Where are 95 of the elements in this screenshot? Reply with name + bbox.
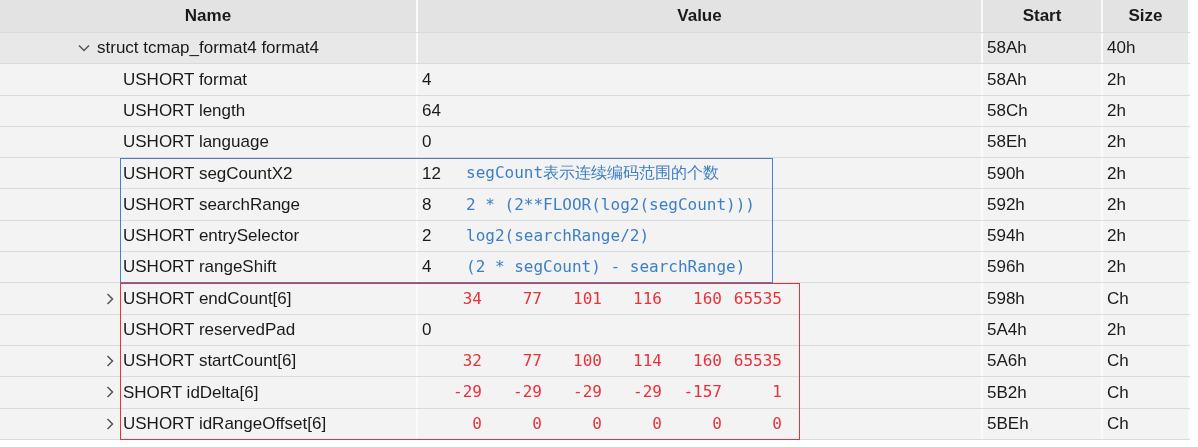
table-row[interactable]: USHORT idRangeOffset[6] 0 0 0 0 0 0 5BEh Ch — [0, 408, 1190, 440]
table-cell-text: struct tcmap_format4 format4 — [97, 37, 320, 60]
array-value: 0 — [471, 412, 482, 435]
table-row[interactable]: USHORT entrySelector 2 log2(searchRange/2) 594h 2h — [0, 220, 1190, 253]
table-cell-text: 4 — [422, 68, 433, 91]
array-value: 114 — [632, 350, 662, 373]
chevron-right-icon[interactable] — [104, 355, 116, 368]
table-cell-text: USHORT entrySelector — [123, 225, 300, 248]
annotation-text: segCount表示连续编码范围的个数 — [466, 162, 720, 185]
table-cell-text: USHORT rangeShift — [123, 256, 277, 279]
array-value: -29 — [572, 381, 602, 404]
table-cell-text: 4 — [422, 256, 433, 279]
table-cell-text: 58Ch — [987, 100, 1028, 122]
table-cell-text: Ch — [1107, 381, 1129, 404]
table-cell-text: USHORT language — [123, 131, 269, 154]
array-value: 116 — [632, 287, 662, 310]
chevron-right-icon[interactable] — [104, 417, 116, 430]
array-value: 32 — [461, 350, 482, 373]
table-cell-text: 5B2h — [987, 381, 1027, 404]
table-cell-text: USHORT searchRange — [123, 193, 300, 216]
table-row[interactable]: USHORT length 64 58Ch 2h — [0, 95, 1190, 127]
table-cell-text: USHORT startCount[6] — [123, 350, 297, 373]
array-value: -29 — [452, 381, 482, 404]
array-value: 0 — [771, 412, 782, 435]
table-row[interactable]: USHORT language 0 58Eh 2h — [0, 126, 1190, 159]
array-value: 160 — [692, 287, 722, 310]
table-row[interactable]: USHORT reservedPad 0 5A4h 2h — [0, 314, 1190, 346]
array-value: 65535 — [732, 287, 782, 310]
array-value: 65535 — [732, 350, 782, 373]
table-row[interactable]: USHORT segCountX2 12 segCount表示连续编码范围的个数 590h 2h — [0, 158, 1190, 190]
array-value: 77 — [521, 287, 542, 310]
table-row[interactable]: USHORT endCount[6] 34 77 101 116 160 65535 598h Ch — [0, 283, 1190, 315]
table-cell-text: 2h — [1107, 256, 1126, 279]
table-cell-text: USHORT reservedPad — [123, 319, 296, 342]
array-value: -157 — [682, 381, 722, 404]
table-row[interactable]: USHORT rangeShift 4 (2 * segCount) - searchRange) 596h 2h — [0, 252, 1190, 284]
table-cell-text: 590h — [987, 162, 1025, 185]
table-cell-text: USHORT format — [123, 68, 248, 91]
table-row[interactable]: USHORT format 4 58Ah 2h — [0, 64, 1190, 96]
table-cell-text: 8 — [422, 193, 433, 216]
column-header[interactable]: Value — [677, 3, 722, 29]
annotation-text: 2 * (2**FLOOR(log2(segCount))) — [466, 193, 755, 216]
table-row[interactable]: USHORT startCount[6] 32 77 100 114 160 65535 5A6h Ch — [0, 345, 1190, 378]
chevron-right-icon[interactable] — [104, 386, 116, 399]
table-cell-text: 598h — [987, 287, 1025, 310]
table-cell-text: 2h — [1107, 193, 1126, 216]
table-cell-text: 12 — [422, 162, 442, 185]
array-value: 0 — [591, 412, 602, 435]
table-cell-text: 58Eh — [987, 131, 1027, 154]
table-cell-text: 40h — [1107, 37, 1136, 60]
table-cell-text: 64 — [422, 100, 442, 122]
table-cell-text: 2h — [1107, 100, 1126, 122]
table-cell-text: 5BEh — [987, 412, 1029, 435]
table-cell-text: 2h — [1107, 68, 1126, 91]
table-cell-text: 2h — [1107, 225, 1126, 248]
table-cell-text: 58Ah — [987, 37, 1027, 60]
table-row[interactable]: SHORT idDelta[6] -29 -29 -29 -29 -157 1 5B2h Ch — [0, 377, 1190, 409]
table-cell-text: USHORT segCountX2 — [123, 162, 293, 185]
array-value: 34 — [461, 287, 482, 310]
table-cell-text: 2 — [422, 225, 433, 248]
table-cell-text: 5A6h — [987, 350, 1027, 373]
annotation-text: log2(searchRange/2) — [466, 224, 650, 247]
annotation-text: (2 * segCount) - searchRange) — [466, 256, 746, 279]
table-cell-text: 0 — [422, 319, 433, 342]
table-cell-text: 58Ah — [987, 68, 1027, 91]
table-cell-text: USHORT idRangeOffset[6] — [123, 412, 327, 435]
table-cell-text: USHORT length — [123, 100, 246, 122]
array-value: 101 — [572, 287, 602, 310]
table-cell-text: 596h — [987, 256, 1025, 279]
table-cell-text: Ch — [1107, 412, 1129, 435]
table-row[interactable]: USHORT searchRange 8 2 * (2**FLOOR(log2(segCount))) 592h 2h — [0, 189, 1190, 221]
array-value: 77 — [521, 350, 542, 373]
table-cell-text: 2h — [1107, 319, 1126, 342]
chevron-right-icon[interactable] — [104, 292, 116, 305]
table-cell-text: 592h — [987, 193, 1025, 216]
array-value: 1 — [771, 381, 782, 404]
array-value: 0 — [531, 412, 542, 435]
array-value: -29 — [512, 381, 542, 404]
table-cell-text: 0 — [422, 131, 433, 154]
array-value: 160 — [692, 350, 722, 373]
array-value: 0 — [651, 412, 662, 435]
array-value: -29 — [632, 381, 662, 404]
table-cell-text: 5A4h — [987, 319, 1027, 342]
column-header[interactable]: Size — [1128, 3, 1163, 29]
table-cell-text: Ch — [1107, 287, 1129, 310]
array-value: 100 — [572, 350, 602, 373]
table-cell-text: Ch — [1107, 350, 1129, 373]
column-header[interactable]: Name — [184, 3, 232, 29]
array-value: 0 — [711, 412, 722, 435]
table-cell-text: 2h — [1107, 162, 1126, 185]
table-cell-text: 594h — [987, 225, 1025, 248]
table-cell-text: 2h — [1107, 131, 1126, 154]
table-cell-text: SHORT idDelta[6] — [123, 381, 259, 404]
table-cell-text: USHORT endCount[6] — [123, 287, 292, 310]
column-header[interactable]: Start — [1022, 3, 1062, 29]
